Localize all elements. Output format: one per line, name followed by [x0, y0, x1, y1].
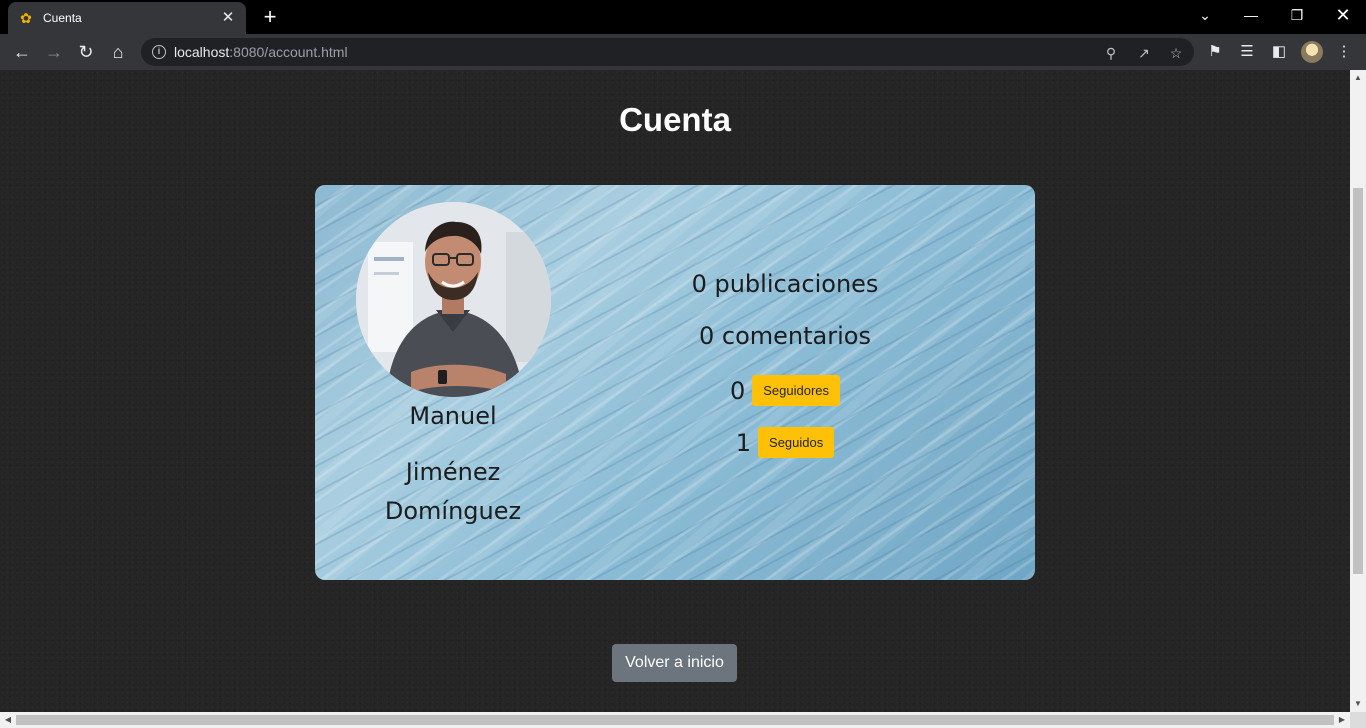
- page-viewport: Cuenta Manuel Jiménez Domínguez 0 public…: [0, 70, 1350, 712]
- comments-count: 0 comentarios: [699, 322, 871, 350]
- tab-search-icon[interactable]: ⌄: [1182, 0, 1228, 30]
- horizontal-scroll-thumb[interactable]: [16, 715, 1334, 725]
- profile-avatar[interactable]: [1301, 41, 1323, 63]
- back-arrow-icon[interactable]: ←: [10, 40, 34, 64]
- reload-icon[interactable]: ↻: [74, 40, 98, 64]
- address-bar[interactable]: i localhost:8080/account.html ⚲ ↗ ☆: [141, 38, 1194, 66]
- share-icon[interactable]: ↗: [1135, 44, 1153, 62]
- site-info-icon[interactable]: i: [152, 45, 166, 59]
- favicon-icon: ✿: [20, 10, 32, 26]
- browser-tab[interactable]: ✿ Cuenta ✕: [8, 2, 246, 34]
- user-last-name-2: Domínguez: [384, 497, 522, 525]
- scroll-right-icon[interactable]: ▶: [1334, 712, 1350, 728]
- bookmark-star-icon[interactable]: ☆: [1167, 44, 1185, 62]
- following-button[interactable]: Seguidos: [758, 427, 835, 458]
- extensions-icon[interactable]: ⚑: [1205, 42, 1225, 62]
- vertical-scroll-thumb[interactable]: [1353, 188, 1363, 574]
- horizontal-scrollbar[interactable]: ◀ ▶: [0, 712, 1350, 728]
- scroll-down-icon[interactable]: ▼: [1350, 696, 1366, 712]
- profile-photo: [356, 202, 551, 397]
- profile-photo-image: [356, 202, 551, 397]
- zoom-icon[interactable]: ⚲: [1102, 44, 1120, 62]
- restore-button[interactable]: ❐: [1274, 0, 1320, 30]
- url-host: localhost: [174, 44, 230, 60]
- user-last-name-1: Jiménez: [405, 458, 501, 486]
- following-row: 1 Seguidos: [645, 427, 925, 458]
- forward-arrow-icon[interactable]: →: [42, 40, 66, 64]
- back-to-home-button[interactable]: Volver a inicio: [612, 644, 737, 682]
- user-first-name: Manuel: [409, 402, 497, 430]
- media-control-icon[interactable]: ☰: [1237, 42, 1257, 62]
- user-last-names: Jiménez Domínguez: [335, 453, 571, 531]
- browser-tabbar: ✿ Cuenta ✕ + ⌄ — ❐ ✕: [0, 0, 1366, 34]
- followers-row: 0 Seguidores: [645, 375, 925, 406]
- window-close-button[interactable]: ✕: [1320, 0, 1366, 30]
- followers-button[interactable]: Seguidores: [752, 375, 841, 406]
- home-icon[interactable]: ⌂: [106, 40, 130, 64]
- new-tab-button[interactable]: +: [258, 5, 282, 29]
- account-card: Manuel Jiménez Domínguez 0 publicaciones…: [315, 185, 1035, 580]
- url-path: :8080/account.html: [229, 44, 348, 60]
- following-count: 1: [735, 428, 752, 457]
- publications-count: 0 publicaciones: [691, 270, 879, 298]
- followers-count: 0: [729, 376, 746, 405]
- minimize-button[interactable]: —: [1228, 0, 1274, 30]
- browser-toolbar: ← → ↻ ⌂ i localhost:8080/account.html ⚲ …: [0, 34, 1366, 70]
- scrollbar-corner: [1350, 712, 1366, 728]
- scroll-left-icon[interactable]: ◀: [0, 712, 16, 728]
- menu-kebab-icon[interactable]: ⋮: [1334, 42, 1354, 62]
- side-panel-icon[interactable]: ◧: [1269, 42, 1289, 62]
- scroll-up-icon[interactable]: ▲: [1350, 70, 1366, 86]
- close-tab-icon[interactable]: ✕: [220, 10, 236, 26]
- page-title: Cuenta: [619, 101, 731, 138]
- tab-title: Cuenta: [43, 11, 82, 25]
- vertical-scrollbar[interactable]: ▲ ▼: [1350, 70, 1366, 712]
